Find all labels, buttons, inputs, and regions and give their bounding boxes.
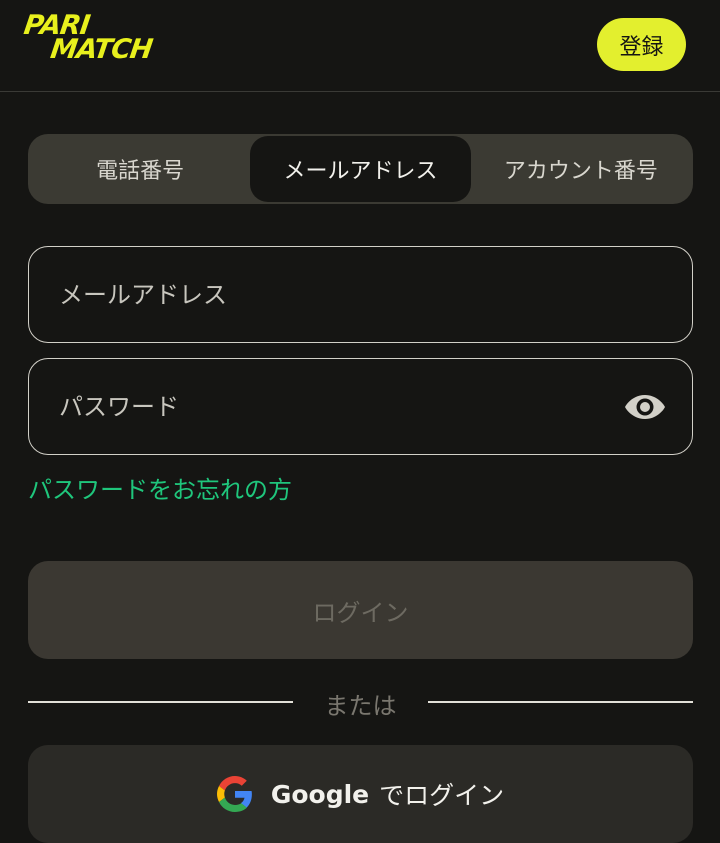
- divider-right: [428, 701, 693, 703]
- login-button[interactable]: ログイン: [28, 561, 693, 659]
- password-field-container: [28, 358, 693, 455]
- parimatch-logo[interactable]: PARI MATCH: [10, 10, 177, 66]
- app-header: PARI MATCH 登録: [0, 0, 720, 92]
- google-login-suffix: でログイン: [379, 781, 505, 810]
- google-icon: [216, 776, 252, 812]
- tab-email[interactable]: メールアドレス: [250, 136, 471, 202]
- email-input[interactable]: [57, 279, 664, 310]
- logo-line-2: MATCH: [48, 34, 154, 65]
- email-field-container: [28, 246, 693, 343]
- forgot-password-link[interactable]: パスワードをお忘れの方: [28, 470, 292, 505]
- tab-account-number[interactable]: アカウント番号: [471, 136, 691, 202]
- divider-or-label: または: [324, 692, 397, 720]
- login-method-tabs: 電話番号 メールアドレス アカウント番号: [28, 134, 693, 204]
- eye-icon[interactable]: [624, 389, 666, 425]
- register-button[interactable]: 登録: [597, 18, 686, 71]
- google-login-button[interactable]: Google でログイン: [28, 745, 693, 843]
- tab-phone-number[interactable]: 電話番号: [30, 136, 250, 202]
- password-input[interactable]: [57, 391, 664, 422]
- divider-left: [28, 701, 293, 703]
- google-brand-label: Google: [270, 779, 370, 809]
